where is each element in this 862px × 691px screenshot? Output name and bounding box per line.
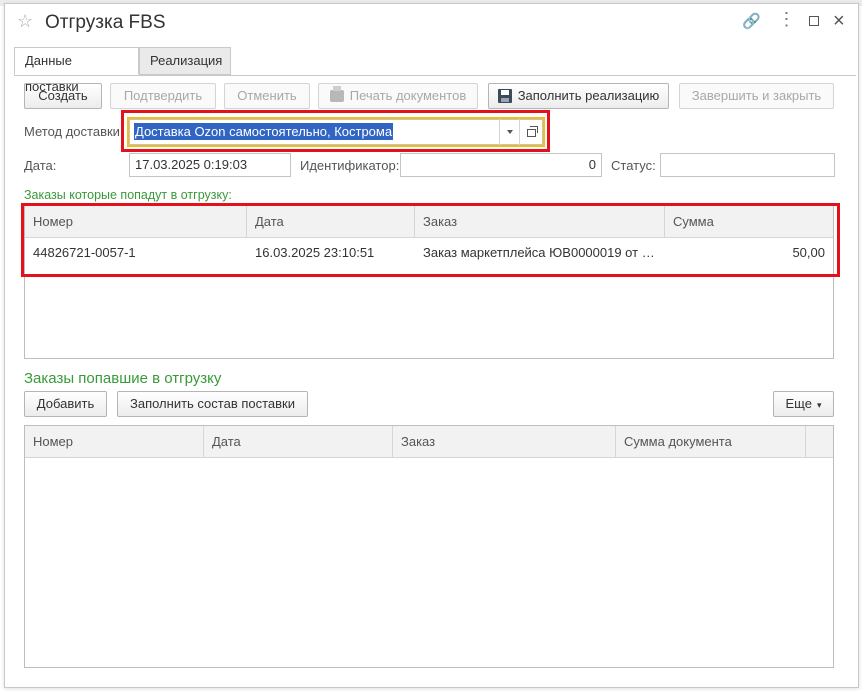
printer-icon: [329, 85, 344, 102]
dropdown-arrow-icon: ▾: [816, 400, 822, 410]
column-header-date[interactable]: Дата: [247, 206, 415, 238]
orders-to-ship-table: Номер Дата Заказ Сумма 44826721-0057-1 1…: [24, 205, 834, 359]
orders-shipped-table: Номер Дата Заказ Сумма документа: [24, 425, 834, 668]
column-header-date[interactable]: Дата: [204, 426, 393, 458]
more-label: Еще: [785, 396, 812, 411]
fill-realization-label: Заполнить реализацию: [517, 88, 660, 103]
tab-delivery-data[interactable]: Данные поставки: [14, 47, 139, 94]
more-actions-icon[interactable]: ⋮: [777, 10, 796, 28]
tab-realization[interactable]: Реализация: [139, 47, 231, 75]
identifier-label: Идентификатор:: [300, 158, 400, 173]
delivery-method-label: Метод доставки:: [24, 124, 124, 139]
close-icon[interactable]: ×: [833, 9, 845, 33]
document-window: ☆ Отгрузка FBS 🔗 ⋮ × Данные поставки Реа…: [4, 3, 859, 688]
open-form-icon[interactable]: [519, 119, 543, 145]
column-header-number[interactable]: Номер: [25, 206, 247, 238]
date-field[interactable]: 17.03.2025 0:19:03: [129, 153, 291, 177]
cancel-button[interactable]: Отменить: [224, 83, 310, 109]
row-sum-cell: 50,00: [792, 245, 825, 260]
delivery-method-field[interactable]: Доставка Ozon самостоятельно, Кострома: [129, 119, 543, 145]
identifier-field[interactable]: 0: [400, 153, 602, 177]
column-header-sum[interactable]: Сумма: [665, 206, 833, 238]
chevron-down-icon[interactable]: [499, 119, 519, 145]
status-label: Статус:: [611, 158, 656, 173]
column-header-number[interactable]: Номер: [25, 426, 204, 458]
orders-to-ship-header: Номер Дата Заказ Сумма: [25, 206, 833, 238]
orders-to-ship-title: Заказы которые попадут в отгрузку:: [24, 188, 232, 202]
date-label: Дата:: [24, 158, 57, 173]
more-button[interactable]: Еще ▾: [773, 391, 834, 417]
save-icon: [497, 88, 512, 103]
column-header-extra: [806, 426, 833, 458]
finish-and-close-button[interactable]: Завершить и закрыть: [679, 83, 834, 109]
orders-shipped-title: Заказы попавшие в отгрузку: [24, 370, 222, 387]
fill-realization-button[interactable]: Заполнить реализацию: [488, 83, 669, 109]
column-header-order[interactable]: Заказ: [393, 426, 616, 458]
row-order-cell: Заказ маркетплейса ЮВ0000019 от 16.03.20…: [423, 245, 655, 260]
status-field[interactable]: [660, 153, 835, 177]
row-date-cell: 16.03.2025 23:10:51: [255, 245, 375, 260]
print-documents-label: Печать документов: [349, 88, 467, 103]
orders-shipped-header: Номер Дата Заказ Сумма документа: [25, 426, 833, 458]
tab-divider: [14, 75, 856, 76]
fill-contents-button[interactable]: Заполнить состав поставки: [117, 391, 308, 417]
link-icon[interactable]: 🔗: [742, 13, 761, 31]
window-title: Отгрузка FBS: [45, 12, 166, 33]
favorite-star-icon[interactable]: ☆: [17, 11, 33, 31]
add-button[interactable]: Добавить: [24, 391, 107, 417]
maximize-icon[interactable]: [809, 16, 819, 26]
print-documents-button[interactable]: Печать документов: [318, 83, 478, 109]
delivery-method-value: Доставка Ozon самостоятельно, Кострома: [134, 123, 394, 140]
column-header-document-sum[interactable]: Сумма документа: [616, 426, 806, 458]
row-number-cell: 44826721-0057-1: [33, 245, 136, 260]
column-header-order[interactable]: Заказ: [415, 206, 665, 238]
confirm-button[interactable]: Подтвердить: [110, 83, 216, 109]
